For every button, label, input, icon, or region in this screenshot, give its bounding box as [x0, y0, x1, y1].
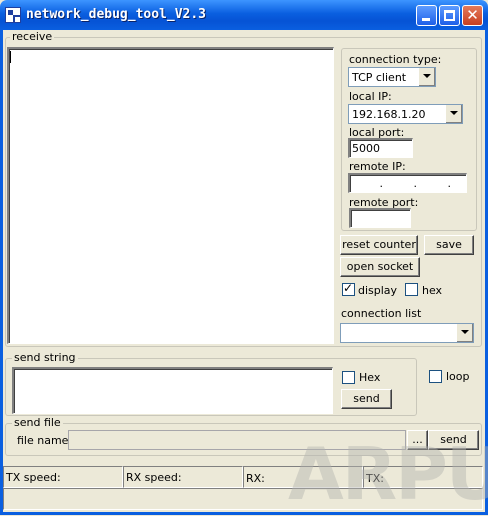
- minimize-icon: [422, 18, 430, 21]
- file-name-label: file name: [17, 434, 69, 447]
- receive-textarea[interactable]: [7, 47, 334, 344]
- watermark: ARPUN: [288, 432, 488, 516]
- rx-speed-panel: RX speed:: [123, 466, 243, 488]
- send-string-textarea[interactable]: [12, 367, 333, 414]
- connection-type-select[interactable]: TCP client: [348, 67, 436, 87]
- app-icon: [5, 7, 21, 23]
- remote-port-input[interactable]: [349, 208, 411, 228]
- display-label: display: [358, 284, 398, 297]
- local-port-input[interactable]: 5000: [348, 138, 413, 158]
- chevron-down-icon[interactable]: [418, 68, 435, 86]
- local-ip-select[interactable]: 192.168.1.20: [348, 104, 463, 124]
- tx-speed-label: TX speed:: [6, 471, 61, 484]
- save-button[interactable]: save: [424, 235, 474, 255]
- remote-ip-value: . . .: [354, 177, 482, 190]
- local-ip-label: local IP:: [349, 90, 392, 103]
- loop-checkbox[interactable]: [429, 370, 442, 383]
- send-string-legend: send string: [12, 351, 78, 364]
- loop-label: loop: [446, 370, 470, 383]
- send-hex-label: Hex: [359, 371, 381, 384]
- maximize-button[interactable]: [439, 5, 460, 26]
- local-ip-value: 192.168.1.20: [352, 108, 426, 121]
- display-checkbox[interactable]: [342, 281, 355, 296]
- chevron-down-icon[interactable]: [445, 105, 462, 123]
- text-cursor: [10, 51, 11, 63]
- rx-speed-label: RX speed:: [126, 471, 182, 484]
- hex-display-checkbox[interactable]: [405, 283, 418, 296]
- send-string-button[interactable]: send: [341, 389, 392, 409]
- local-port-value: 5000: [352, 142, 380, 155]
- close-icon: ✕: [466, 6, 479, 24]
- hex-display-label: hex: [422, 284, 443, 297]
- connection-type-value: TCP client: [352, 71, 407, 84]
- maximize-icon: [444, 10, 455, 21]
- reset-counter-button[interactable]: reset counter: [340, 235, 418, 255]
- open-socket-button[interactable]: open socket: [340, 257, 420, 277]
- tx-speed-panel: TX speed:: [3, 466, 123, 488]
- rx-count-label: RX:: [246, 472, 265, 485]
- title-bar[interactable]: network_debug_tool_V2.3 ✕: [0, 0, 488, 30]
- connection-list-label: connection list: [341, 307, 422, 320]
- send-file-legend: send file: [12, 416, 63, 429]
- remote-ip-input[interactable]: . . .: [348, 173, 467, 193]
- minimize-button[interactable]: [416, 5, 437, 26]
- connection-list-select[interactable]: [340, 323, 474, 343]
- chevron-down-icon[interactable]: [456, 324, 473, 342]
- remote-ip-label: remote IP:: [349, 160, 406, 173]
- close-button[interactable]: ✕: [462, 5, 483, 26]
- send-hex-checkbox[interactable]: [342, 371, 355, 384]
- receive-legend: receive: [10, 30, 55, 43]
- window-title: network_debug_tool_V2.3: [26, 7, 207, 22]
- connection-type-label: connection type:: [349, 53, 442, 66]
